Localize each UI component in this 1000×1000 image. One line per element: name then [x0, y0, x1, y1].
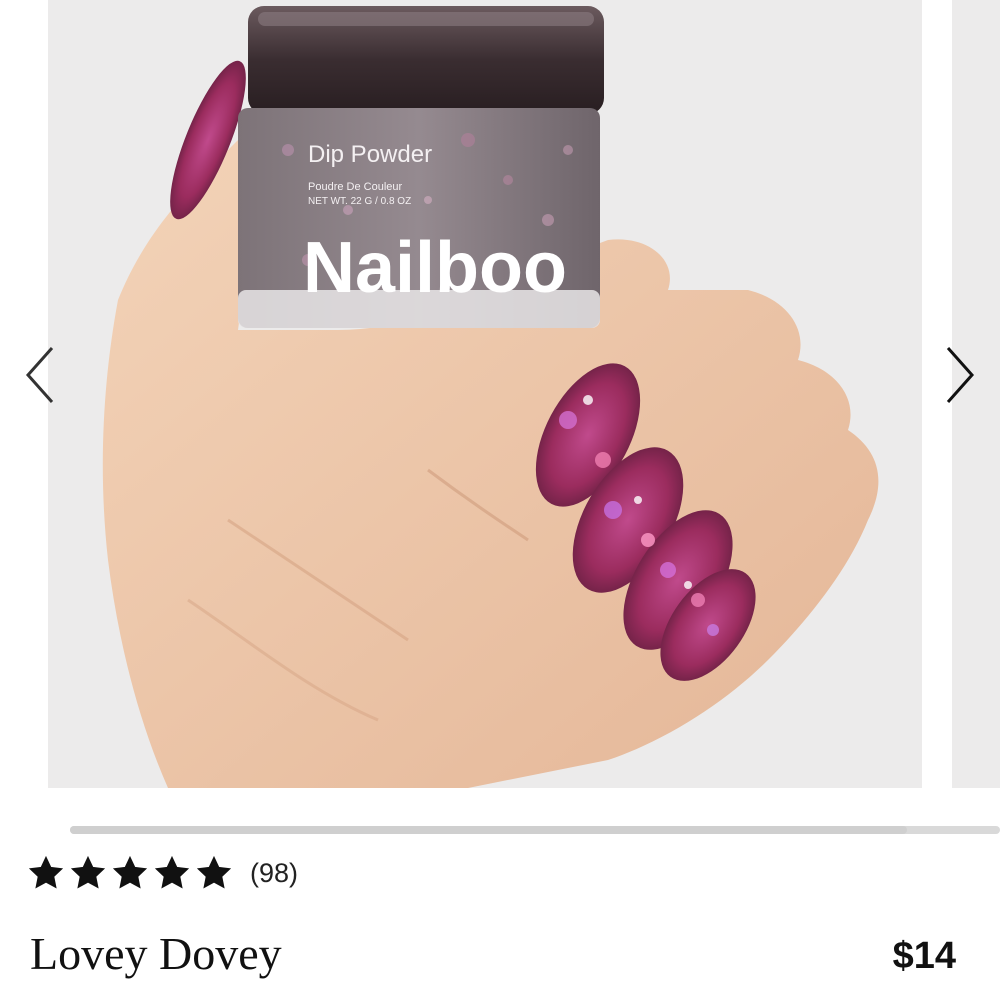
star-rating — [28, 855, 238, 891]
jar-weight: NET WT. 22 G / 0.8 OZ — [308, 196, 411, 207]
star-icon — [28, 855, 64, 889]
brand-logo: Nailboo — [303, 228, 567, 308]
product-price: $14 — [892, 935, 956, 977]
jar-label: Dip Powder — [308, 141, 432, 168]
chevron-right-icon — [946, 347, 975, 403]
carousel-prev-button[interactable] — [18, 340, 62, 410]
chevron-left-icon — [25, 347, 54, 403]
carousel-slide-current[interactable]: Dip Powder Poudre De Couleur NET WT. 22 … — [48, 0, 922, 788]
product-rating[interactable]: (98) — [28, 850, 298, 896]
product-image-carousel[interactable]: Dip Powder Poudre De Couleur NET WT. 22 … — [0, 0, 1000, 790]
star-icon — [196, 855, 232, 889]
product-title: Lovey Dovey — [30, 928, 282, 979]
carousel-next-button[interactable] — [938, 340, 982, 410]
carousel-scroll-track[interactable] — [70, 826, 1000, 834]
star-icon — [70, 855, 106, 889]
jar-subtitle: Poudre De Couleur — [308, 181, 403, 193]
carousel-scroll-thumb[interactable] — [70, 826, 907, 834]
star-icon — [112, 855, 148, 889]
review-count[interactable]: (98) — [250, 858, 298, 889]
product-photo: Dip Powder Poudre De Couleur NET WT. 22 … — [102, 6, 879, 788]
product-page: Dip Powder Poudre De Couleur NET WT. 22 … — [0, 0, 1000, 1000]
star-icon — [154, 855, 190, 889]
